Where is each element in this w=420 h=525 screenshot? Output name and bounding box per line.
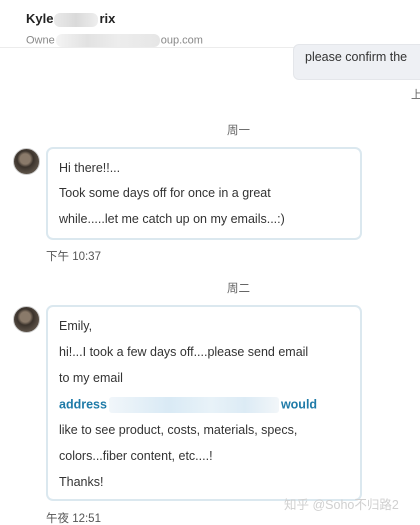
email-link-start[interactable]: address — [59, 397, 107, 411]
contact-name-end: rix — [99, 11, 116, 26]
contact-subtitle-end: oup.com — [160, 34, 203, 47]
message-line: Hi there!!... — [59, 161, 121, 175]
message-line: Took some days off for once in a great — [59, 186, 271, 200]
contact-subtitle: Owne oup.com — [26, 34, 203, 47]
sender-avatar[interactable] — [13, 306, 40, 333]
message-timestamp: 下午 10:37 — [46, 251, 101, 263]
email-address-line: address would — [59, 397, 317, 413]
redacted-address-blur — [108, 397, 279, 413]
redacted-email-blur — [55, 34, 160, 47]
email-link-end[interactable]: would — [281, 397, 317, 411]
contact-name[interactable]: Kyle rix — [26, 11, 115, 27]
message-line: like to see product, costs, materials, s… — [59, 423, 298, 437]
message-line: while.....let me catch up on my emails..… — [59, 212, 285, 226]
day-separator-tuesday: 周二 — [227, 283, 250, 295]
redacted-name-blur — [54, 12, 99, 27]
sender-avatar[interactable] — [13, 148, 40, 175]
contact-name-start: Kyle — [26, 11, 54, 26]
zhihu-watermark: 知乎 @Soho不归路2 — [284, 498, 399, 512]
message-timestamp: 午夜 12:51 — [46, 513, 101, 525]
chat-header: Kyle rix Owne oup.com — [0, 0, 420, 48]
day-separator-monday: 周一 — [227, 125, 250, 137]
outgoing-message-meta: 上 — [411, 89, 420, 101]
message-line: Thanks! — [59, 475, 104, 489]
message-line: colors...fiber content, etc....! — [59, 449, 213, 463]
message-line: Emily, — [59, 319, 93, 333]
message-line: to my email — [59, 371, 123, 385]
message-line: hi!...I took a few days off....please se… — [59, 345, 309, 359]
outgoing-message-text: please confirm the — [305, 50, 408, 64]
contact-subtitle-start: Owne — [26, 34, 55, 47]
